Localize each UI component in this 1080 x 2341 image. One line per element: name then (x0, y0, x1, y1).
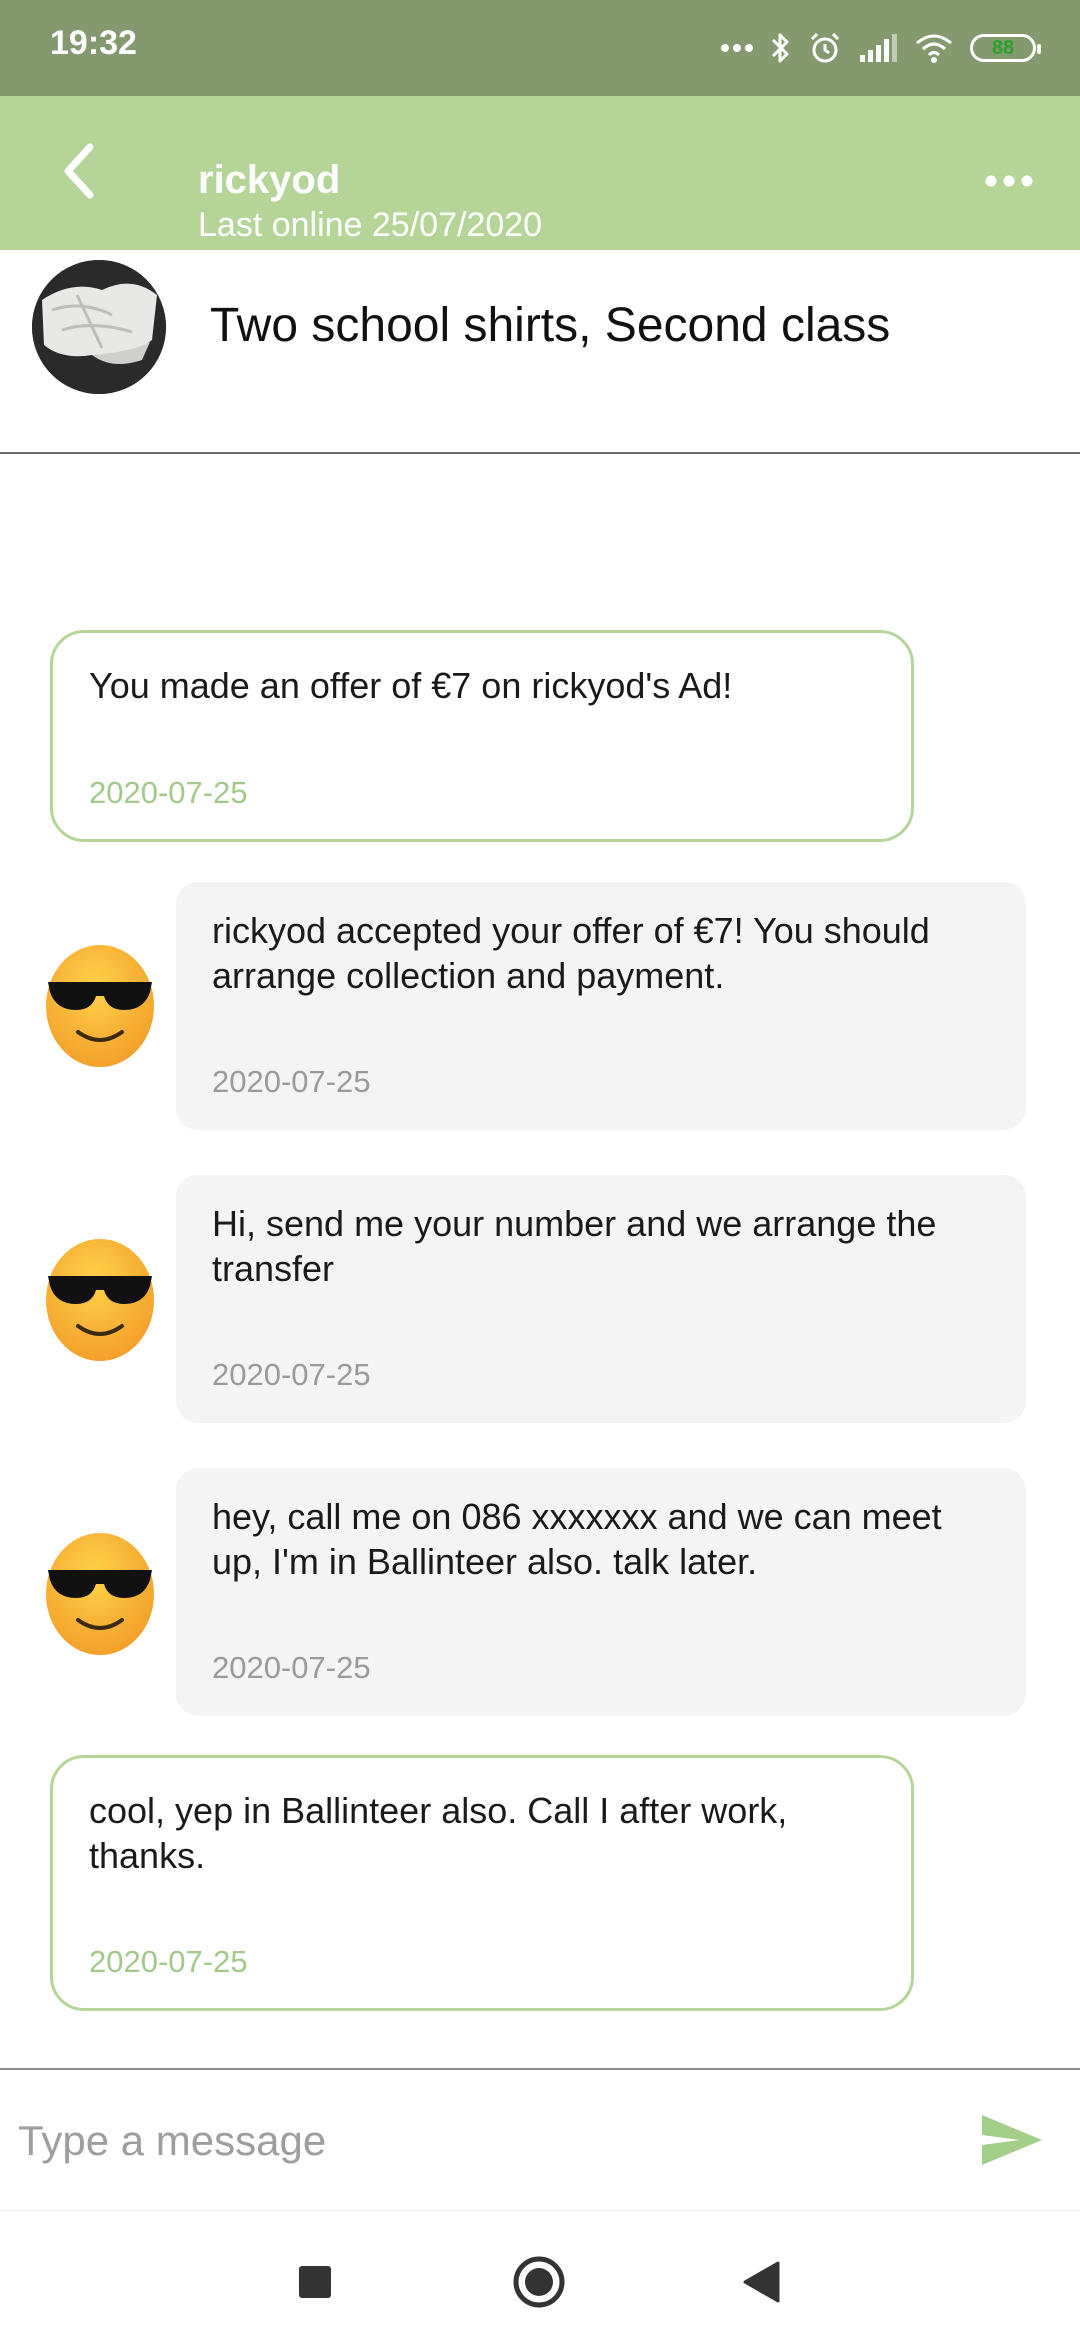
home-button[interactable] (504, 2247, 574, 2317)
ad-summary[interactable]: Two school shirts, Second class (0, 250, 1080, 454)
send-icon (982, 2115, 1042, 2165)
chat-header: rickyod Last online 25/07/2020 (0, 96, 1080, 250)
message-bubble-received: rickyod accepted your offer of €7! You s… (176, 882, 1026, 1130)
more-options-button[interactable] (974, 156, 1044, 206)
battery-level: 88 (991, 36, 1015, 59)
status-bar: 19:32 88 (0, 0, 1080, 96)
message-composer (0, 2068, 1080, 2210)
message-text: hey, call me on 086 xxxxxxx and we can m… (212, 1496, 942, 1582)
message-bubble-sent: You made an offer of €7 on rickyod's Ad!… (50, 630, 914, 842)
sunglasses-emoji-avatar (46, 945, 154, 1067)
message-bubble-received: hey, call me on 086 xxxxxxx and we can m… (176, 1468, 1026, 1716)
send-button[interactable] (974, 2102, 1050, 2178)
more-horizontal-icon (985, 175, 1033, 187)
square-recents-icon (299, 2266, 331, 2298)
back-nav-button[interactable] (726, 2247, 796, 2317)
ad-title: Two school shirts, Second class (210, 299, 891, 352)
system-navigation-bar (0, 2210, 1080, 2341)
message-text: rickyod accepted your offer of €7! You s… (212, 910, 930, 996)
message-text: Hi, send me your number and we arrange t… (212, 1203, 937, 1289)
message-date: 2020-07-25 (212, 1650, 371, 1685)
chevron-left-icon (64, 143, 94, 199)
wifi-icon (914, 32, 954, 64)
recents-button[interactable] (280, 2247, 350, 2317)
sunglasses-emoji-avatar (46, 1239, 154, 1361)
circle-home-icon (513, 2256, 565, 2308)
status-icons: 88 (720, 18, 1041, 78)
signal-icon (858, 33, 898, 63)
message-date: 2020-07-25 (212, 1064, 371, 1099)
alarm-icon (808, 31, 842, 65)
back-button[interactable] (48, 136, 108, 206)
bluetooth-icon (770, 31, 792, 65)
battery-icon: 88 (970, 34, 1041, 62)
ad-thumbnail[interactable] (32, 260, 166, 394)
message-date: 2020-07-25 (212, 1357, 371, 1392)
message-bubble-received: Hi, send me your number and we arrange t… (176, 1175, 1026, 1423)
contact-name[interactable]: rickyod (198, 158, 340, 203)
last-online-status: Last online 25/07/2020 (198, 206, 543, 244)
message-date: 2020-07-25 (89, 775, 248, 810)
sunglasses-emoji-avatar (46, 1533, 154, 1655)
status-time: 19:32 (50, 24, 137, 62)
message-text: cool, yep in Ballinteer also. Call I aft… (89, 1790, 788, 1876)
message-date: 2020-07-25 (89, 1944, 248, 1979)
triangle-back-icon (743, 2261, 780, 2303)
message-bubble-sent: cool, yep in Ballinteer also. Call I aft… (50, 1755, 914, 2011)
message-text: You made an offer of €7 on rickyod's Ad! (89, 665, 733, 706)
message-input[interactable] (16, 2090, 900, 2192)
more-notifications-icon (720, 43, 754, 53)
